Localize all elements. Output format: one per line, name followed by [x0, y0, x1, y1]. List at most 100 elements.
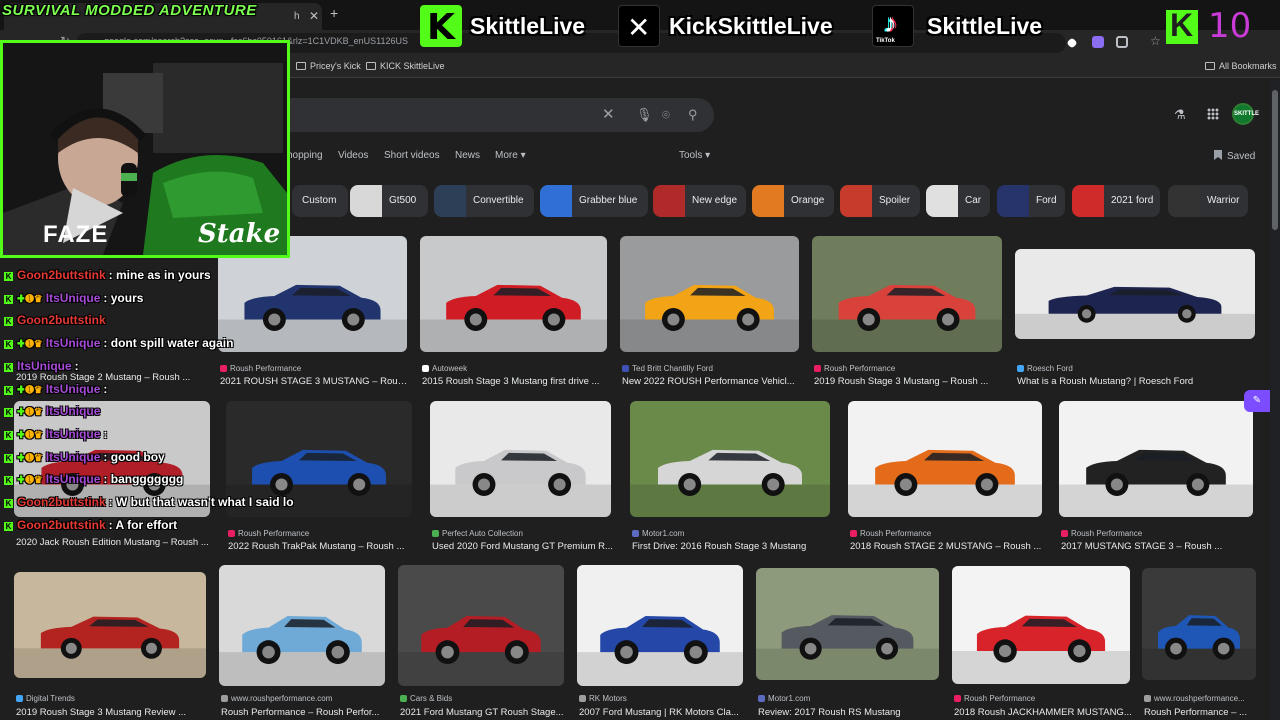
all-bookmarks[interactable]: All Bookmarks [1205, 61, 1277, 71]
result-thumbnail[interactable] [630, 401, 830, 517]
scrollbar-thumb[interactable] [1272, 90, 1278, 230]
bookmark-item[interactable]: KICK SkittleLive [366, 61, 445, 71]
result-title[interactable]: What is a Roush Mustang? | Roesch Ford [1017, 376, 1257, 387]
chat-text: : yours [103, 290, 144, 305]
bookmark-item[interactable]: Pricey's Kick [296, 61, 361, 71]
result-title[interactable]: 2021 ROUSH STAGE 3 MUSTANG – Roush ... [220, 376, 409, 387]
result-thumbnail[interactable] [14, 572, 206, 678]
tools-button[interactable]: Tools ▾ [679, 150, 710, 161]
chip-thumbnail [350, 185, 382, 217]
result-thumbnail[interactable] [430, 401, 611, 517]
result-thumbnail[interactable] [1015, 249, 1255, 339]
result-title[interactable]: 2019 Roush Stage 3 Mustang – Roush ... [814, 376, 1004, 387]
result-source[interactable]: Cars & Bids [400, 694, 452, 703]
result-title[interactable]: Roush Performance – Roush Perfor... [221, 707, 407, 718]
result-thumbnail[interactable] [756, 568, 939, 680]
result-thumbnail[interactable] [848, 401, 1042, 517]
result-title[interactable]: 2020 Jack Roush Edition Mustang – Roush … [16, 537, 212, 548]
voice-search-icon[interactable]: 🎙 [636, 107, 653, 123]
chat-username: Goon2buttstink [17, 268, 106, 282]
result-title[interactable]: 2015 Roush Stage 3 Mustang first drive .… [422, 376, 609, 387]
filter-videos[interactable]: Videos [338, 150, 368, 161]
result-title[interactable]: 2018 Roush STAGE 2 MUSTANG – Roush ... [850, 541, 1044, 552]
chat-message: K ✚➊♛ ItsUnique [4, 404, 103, 418]
filter-shopping[interactable]: hopping [287, 150, 323, 161]
result-source[interactable]: Roush Performance [850, 529, 931, 538]
chip-label: Grabber blue [579, 195, 638, 206]
search-icon[interactable]: ⚲ [688, 107, 698, 123]
result-thumbnail[interactable] [952, 566, 1130, 684]
filter-short-videos[interactable]: Short videos [384, 150, 440, 161]
result-thumbnail[interactable] [812, 236, 1002, 352]
clear-icon[interactable]: ✕ [602, 105, 615, 123]
result-title[interactable]: Used 2020 Ford Mustang GT Premium R... [432, 541, 618, 552]
result-title[interactable]: First Drive: 2016 Roush Stage 3 Mustang [632, 541, 832, 552]
tab-close-icon[interactable]: ✕ [309, 9, 319, 23]
kick-icon: K [4, 499, 13, 508]
result-thumbnail[interactable] [1059, 401, 1253, 517]
result-title[interactable]: 2021 Ford Mustang GT Roush Stage... [400, 707, 586, 718]
result-source[interactable]: Roush Performance [814, 364, 895, 373]
result-source[interactable]: Roush Performance [228, 529, 309, 538]
result-title[interactable]: 2019 Roush Stage 3 Mustang Review ... [16, 707, 208, 718]
result-source[interactable]: Roush Performance [954, 694, 1035, 703]
result-title[interactable]: Roush Performance – ... [1144, 707, 1258, 718]
result-title[interactable]: Review: 2017 Roush RS Mustang [758, 707, 944, 718]
result-source[interactable]: Roesch Ford [1017, 364, 1073, 373]
labs-icon[interactable]: ⚗ [1174, 107, 1186, 123]
result-source[interactable]: www.roushperformance.com [221, 694, 332, 703]
new-tab-icon[interactable]: + [330, 5, 338, 21]
result-title[interactable]: New 2022 ROUSH Performance Vehicl... [622, 376, 808, 387]
result-source[interactable]: Motor1.com [632, 529, 684, 538]
kick-icon: K [4, 294, 13, 304]
avatar[interactable]: SKITTLE [1232, 103, 1259, 125]
chip-thumbnail [997, 185, 1029, 217]
related-chip[interactable]: Custom [292, 185, 348, 217]
related-chip[interactable]: Orange [752, 185, 834, 217]
lens-icon[interactable]: ⌾ [662, 107, 670, 123]
saved-link[interactable]: Saved [1214, 150, 1255, 162]
result-thumbnail[interactable] [420, 236, 607, 352]
filter-news[interactable]: News [455, 150, 480, 161]
result-source[interactable]: Motor1.com [758, 694, 810, 703]
extensions-puzzle-icon[interactable] [1116, 36, 1128, 48]
result-source[interactable]: Roush Performance [220, 364, 301, 373]
related-chip[interactable]: Gt500 [350, 185, 428, 217]
chat-text: : A for effort [108, 517, 178, 532]
result-thumbnail[interactable] [398, 565, 564, 686]
related-chip[interactable]: Warrior [1168, 185, 1248, 217]
side-panel-button[interactable]: ✎ [1244, 390, 1270, 412]
chat-message: K ✚➊♛ ItsUnique: yours [4, 291, 143, 305]
result-title[interactable]: 2017 MUSTANG STAGE 3 – Roush ... [1061, 541, 1255, 552]
result-source[interactable]: Perfect Auto Collection [432, 529, 523, 538]
result-thumbnail[interactable] [620, 236, 799, 352]
result-source[interactable]: Roush Performance [1061, 529, 1142, 538]
result-source[interactable]: www.roushperformance... [1144, 694, 1245, 703]
result-thumbnail[interactable] [219, 565, 385, 686]
result-source[interactable]: Ted Britt Chantilly Ford [622, 364, 713, 373]
related-chip[interactable]: 2021 ford [1072, 185, 1160, 217]
apps-grid-icon[interactable] [1207, 108, 1219, 120]
result-title[interactable]: 2007 Ford Mustang | RK Motors Cla... [579, 707, 765, 718]
related-chip[interactable]: Ford [997, 185, 1065, 217]
kick-icon: K [4, 476, 13, 486]
result-source[interactable]: Autoweek [422, 364, 467, 373]
result-source[interactable]: RK Motors [579, 694, 627, 703]
result-title[interactable]: 2018 Roush JACKHAMMER MUSTANG... [954, 707, 1140, 718]
related-chip[interactable]: New edge [653, 185, 746, 217]
kick-icon [420, 5, 462, 48]
site-favicon-icon [814, 365, 821, 372]
related-chip[interactable]: Spoiler [840, 185, 920, 217]
filter-more[interactable]: More ▾ [495, 150, 526, 161]
site-favicon-icon [1017, 365, 1024, 372]
result-thumbnail[interactable] [1142, 568, 1256, 680]
related-chip[interactable]: Car [926, 185, 990, 217]
related-chip[interactable]: Grabber blue [540, 185, 648, 217]
chat-message: K Goon2buttstink: mine as in yours [4, 268, 211, 282]
result-source[interactable]: Digital Trends [16, 694, 75, 703]
extension-icon[interactable] [1092, 36, 1104, 48]
bookmark-star-icon[interactable]: ☆ [1150, 34, 1161, 48]
result-title[interactable]: 2022 Roush TrakPak Mustang – Roush ... [228, 541, 414, 552]
related-chip[interactable]: Convertible [434, 185, 534, 217]
result-thumbnail[interactable] [577, 565, 743, 686]
